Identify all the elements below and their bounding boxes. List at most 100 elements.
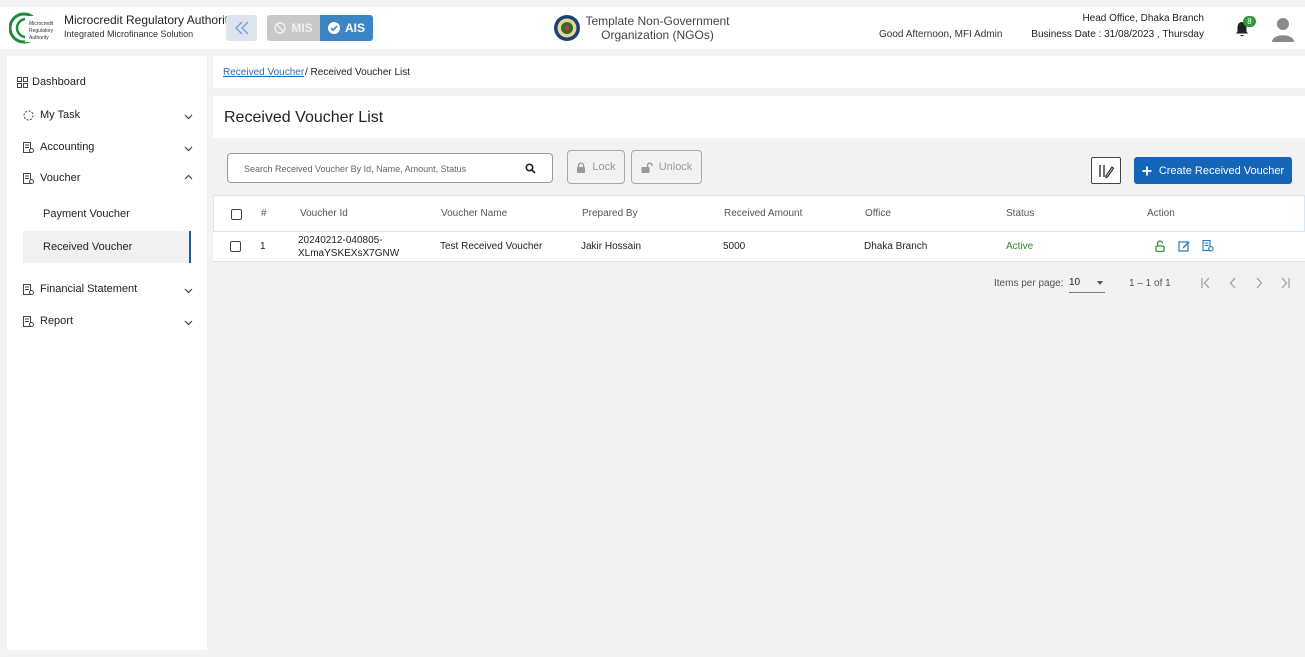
sidebar-subitem-label: Payment Voucher (43, 208, 130, 220)
sidebar-item-label: Voucher (40, 172, 81, 184)
search-placeholder: Search Received Voucher By Id, Name, Amo… (244, 164, 467, 174)
last-page-icon[interactable] (1277, 275, 1293, 291)
check-circle-icon (327, 22, 340, 34)
unlock-icon (641, 162, 653, 173)
greeting-text: Good Afternoon, MFI Admin (879, 29, 1003, 40)
mis-toggle-button[interactable]: MIS (267, 15, 320, 41)
mis-label: MIS (291, 21, 313, 35)
sidebar-item-voucher[interactable]: Voucher (7, 168, 207, 188)
collapse-sidebar-button[interactable] (226, 15, 257, 41)
breadcrumb-link-received-voucher[interactable]: Received Voucher (223, 67, 304, 78)
column-settings-button[interactable] (1091, 157, 1121, 184)
sidebar-subitem-payment-voucher[interactable]: Payment Voucher (23, 198, 191, 230)
sidebar-item-label: Financial Statement (40, 283, 138, 295)
select-all-checkbox[interactable] (231, 209, 242, 220)
row-office: Dhaka Branch (864, 241, 928, 252)
column-header-status[interactable]: Status (1006, 208, 1034, 219)
voucher-table: # Voucher Id Voucher Name Prepared By Re… (213, 195, 1305, 262)
ngo-name: Template Non-Government Organization (NG… (585, 14, 730, 42)
column-header-voucher-id[interactable]: Voucher Id (300, 208, 348, 219)
sidebar-item-label: Dashboard (32, 76, 86, 88)
org-subtitle: Integrated Microfinance Solution (64, 29, 194, 39)
notification-badge: 8 (1243, 16, 1256, 27)
document-icon (23, 284, 34, 295)
sidebar-item-dashboard[interactable]: Dashboard (7, 72, 207, 92)
previous-page-icon[interactable] (1225, 275, 1241, 291)
mra-logo: Microcredit Regulatory Authority (9, 12, 59, 44)
plus-icon (1142, 166, 1152, 175)
row-voucher-id-line2: XLmaYSKEXsX7GNW (298, 248, 400, 259)
view-document-icon[interactable] (1202, 240, 1214, 252)
next-page-icon[interactable] (1251, 275, 1267, 291)
column-header-prepared-by[interactable]: Prepared By (582, 208, 638, 219)
branch-name: Head Office, Dhaka Branch (1082, 13, 1204, 24)
edit-columns-icon (1099, 164, 1115, 178)
chevron-down-icon (184, 146, 193, 152)
sidebar-subitem-label: Received Voucher (43, 241, 133, 253)
chevron-down-icon (184, 288, 193, 294)
create-label: Create Received Voucher (1158, 164, 1285, 177)
svg-text:Authority: Authority (29, 35, 49, 41)
sidebar-item-my-task[interactable]: My Task (7, 105, 207, 125)
unlock-icon[interactable] (1154, 240, 1166, 252)
row-received-amount: 5000 (723, 241, 746, 252)
create-received-voucher-button[interactable]: Create Received Voucher (1134, 157, 1292, 184)
ais-toggle-button[interactable]: AIS (320, 15, 373, 41)
top-header: Microcredit Regulatory Authority Microcr… (0, 7, 1305, 49)
sidebar: Dashboard My Task Accounting Voucher Pay… (7, 56, 207, 650)
sidebar-item-report[interactable]: Report (7, 311, 207, 331)
caret-down-icon (1097, 281, 1103, 285)
row-voucher-name: Test Received Voucher (440, 241, 543, 252)
paginator: Items per page: 10 1 – 1 of 1 (213, 262, 1305, 306)
block-icon (274, 22, 287, 34)
page-title: Received Voucher List (224, 109, 384, 126)
voucher-list-panel: Search Received Voucher By Id, Name, Amo… (213, 138, 1305, 306)
chevron-down-icon (184, 114, 193, 120)
lock-button[interactable]: Lock (567, 150, 625, 184)
column-header-voucher-name[interactable]: Voucher Name (441, 208, 507, 219)
document-icon (23, 142, 34, 153)
row-prepared-by: Jakir Hossain (581, 241, 642, 252)
government-seal-icon (554, 15, 580, 41)
lock-icon (577, 161, 586, 173)
items-per-page-select[interactable]: 10 (1069, 275, 1105, 293)
items-per-page-value: 10 (1069, 277, 1081, 288)
svg-text:Regulatory: Regulatory (29, 28, 54, 34)
row-voucher-id: 20240212-040805- XLmaYSKEXsX7GNW (298, 234, 399, 260)
sidebar-item-financial-statement[interactable]: Financial Statement (7, 279, 207, 299)
column-header-office[interactable]: Office (865, 208, 891, 219)
sidebar-item-accounting[interactable]: Accounting (7, 137, 207, 157)
org-title: Microcredit Regulatory Authority (64, 13, 235, 27)
unlock-label: Unlock (658, 161, 693, 173)
sidebar-item-label: My Task (40, 109, 81, 121)
task-icon (23, 110, 34, 121)
items-per-page-label: Items per page: (994, 278, 1064, 289)
chevron-down-icon (184, 320, 193, 326)
column-header-action: Action (1147, 208, 1175, 219)
ngo-name-line1: Template Non-Government (585, 14, 730, 28)
table-row[interactable]: 1 20240212-040805- XLmaYSKEXsX7GNW Test … (213, 232, 1305, 262)
search-icon[interactable] (525, 163, 536, 174)
page-title-bar: Received Voucher List (213, 96, 1305, 138)
breadcrumb-current: / Received Voucher List (305, 67, 411, 78)
first-page-icon[interactable] (1198, 275, 1214, 291)
row-checkbox[interactable] (230, 241, 241, 252)
sidebar-item-label: Report (40, 315, 74, 327)
sidebar-subitem-received-voucher[interactable]: Received Voucher (23, 231, 191, 263)
svg-text:Microcredit: Microcredit (29, 21, 54, 27)
ngo-name-line2: Organization (NGOs) (601, 28, 714, 42)
user-avatar-icon[interactable] (1271, 16, 1295, 42)
document-icon (23, 173, 34, 184)
unlock-button[interactable]: Unlock (631, 150, 702, 184)
ais-label: AIS (344, 21, 365, 35)
edit-icon[interactable] (1178, 240, 1190, 252)
table-header: # Voucher Id Voucher Name Prepared By Re… (213, 195, 1305, 232)
business-date: Business Date : 31/08/2023 , Thursday (1031, 29, 1204, 40)
double-chevron-left-icon (234, 21, 249, 35)
breadcrumb: Received Voucher / Received Voucher List (213, 56, 1305, 88)
grid-icon (17, 77, 28, 88)
sidebar-item-label: Accounting (40, 141, 95, 153)
column-header-received-amount[interactable]: Received Amount (724, 208, 802, 219)
search-input[interactable]: Search Received Voucher By Id, Name, Amo… (227, 153, 553, 183)
row-index: 1 (260, 241, 266, 252)
